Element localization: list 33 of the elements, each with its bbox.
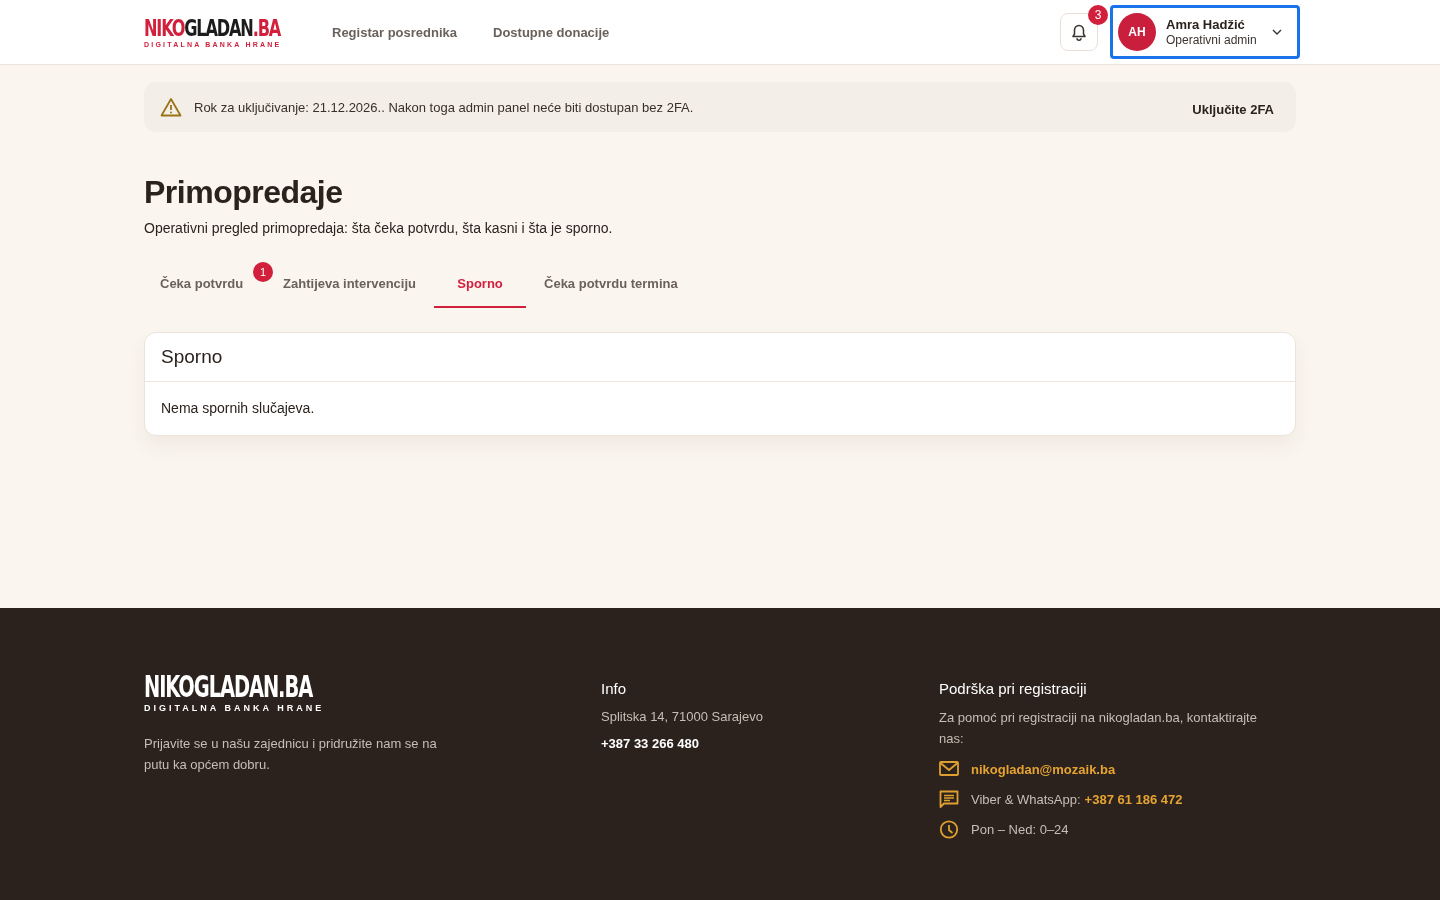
tab[interactable]: Sporno: [434, 260, 526, 308]
support-text: Za pomoć pri registraciji na nikogladan.ba, kontaktirajte nas:: [939, 709, 1258, 748]
footer-description: Prijavite se u našu zajednicu i pridružite nam se na putu ka općem dobru.: [144, 735, 438, 774]
footer-heading: Podrška pri registraciji: [939, 680, 1088, 697]
contact-text: Viber & WhatsApp:: [971, 791, 1081, 807]
tab[interactable]: Čeka potvrdu termina: [528, 260, 694, 308]
user-name: Amra Hadžić: [1166, 17, 1245, 32]
nav-link[interactable]: Registar posrednika: [332, 24, 457, 40]
footer-heading: Info: [601, 680, 628, 697]
empty-message: Nema spornih slučajeva.: [160, 399, 316, 418]
panel-title: Sporno: [145, 333, 1295, 382]
contact-text: Pon – Ned: 0–24: [971, 821, 1069, 837]
alert-message: Rok za uključivanje: 21.12.2026.. Nakon toga admin panel neće biti dostupan bez 2FA.: [194, 99, 695, 115]
mail-icon: [939, 759, 959, 779]
page-subtitle: Operativni pregled primopredaja: šta čeka potvrdu, šta kasni i šta je sporno.: [144, 220, 614, 236]
nav-link[interactable]: Dostupne donacije: [493, 24, 610, 40]
page-title: Primopredaje: [144, 174, 344, 210]
phone-text: +387 33 266 480: [601, 736, 700, 751]
clock-icon: [939, 819, 959, 839]
address-text: Splitska 14, 71000 Sarajevo: [601, 709, 764, 724]
chevron-down-icon: [1272, 29, 1282, 35]
avatar: AH: [1118, 13, 1156, 51]
footer-logo[interactable]: NIKOGLADAN.BA DIGITALNA BANKA HRANE: [144, 672, 336, 713]
count-badge: 1: [253, 262, 274, 282]
warning-icon: [160, 97, 182, 117]
notification-badge: 3: [1088, 5, 1108, 25]
contact-link[interactable]: +387 61 186 472: [1084, 791, 1183, 807]
user-role: Operativni admin: [1166, 33, 1257, 47]
user-menu[interactable]: AH Amra Hadžić Operativni admin: [1110, 5, 1300, 59]
enable-2fa-button[interactable]: Uključite 2FA: [1192, 97, 1274, 121]
chat-icon: [939, 789, 959, 809]
contact-link[interactable]: nikogladan@mozaik.ba: [971, 761, 1116, 777]
bell-icon: [1071, 23, 1087, 41]
